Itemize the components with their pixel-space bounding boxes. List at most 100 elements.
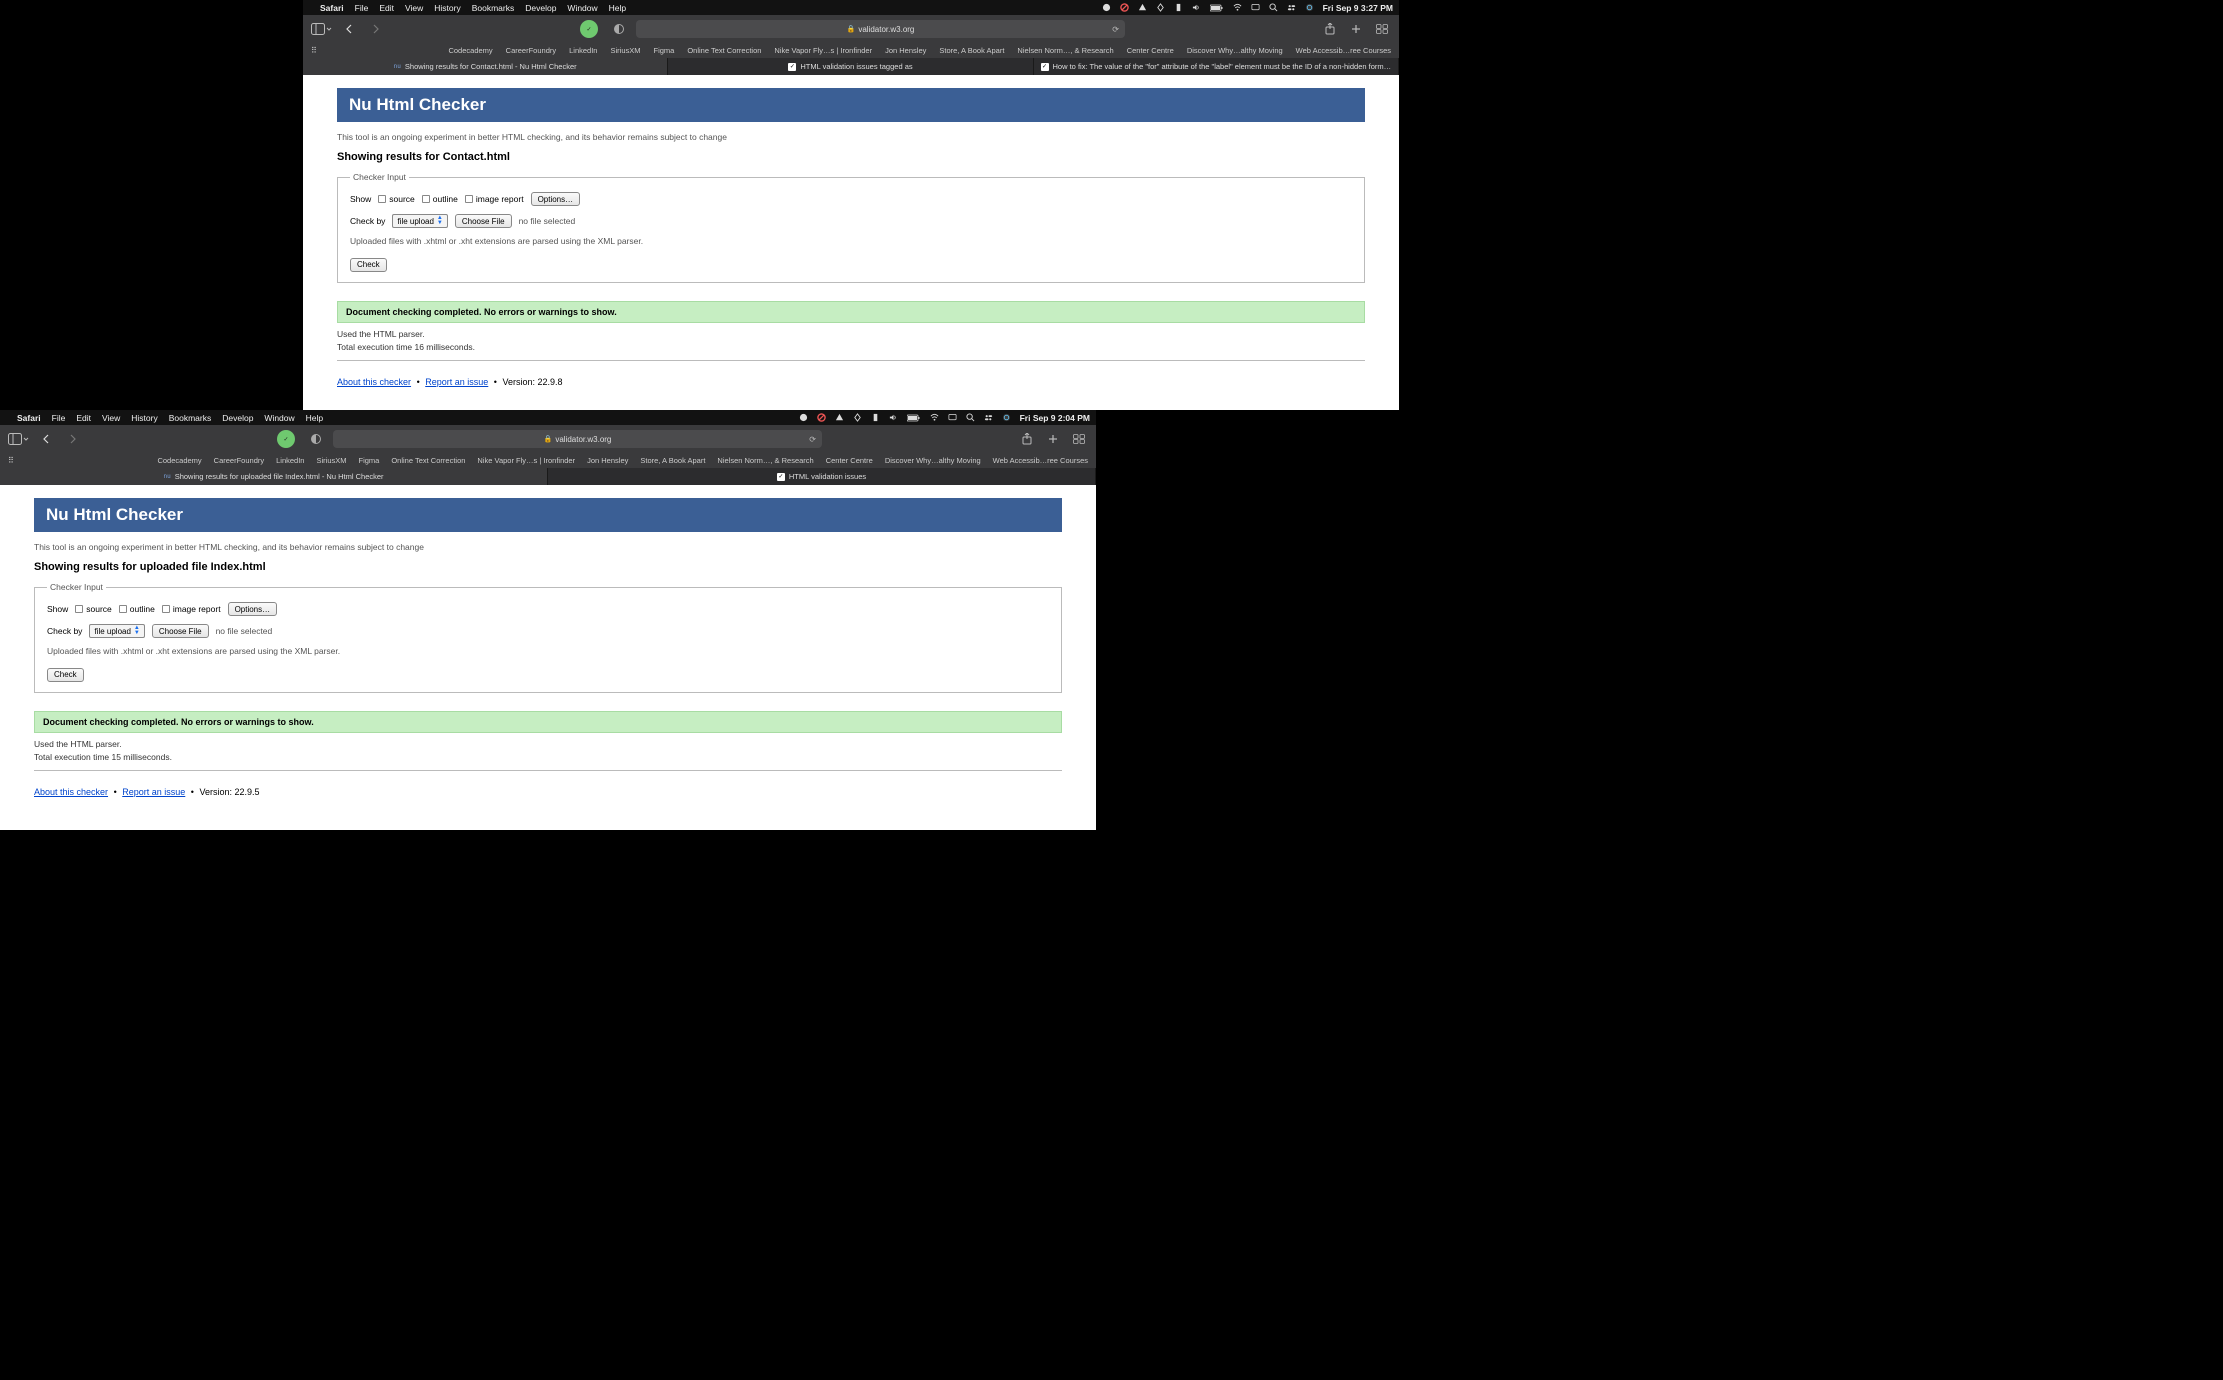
nu-title[interactable]: Nu Html Checker (349, 95, 486, 114)
nu-title[interactable]: Nu Html Checker (46, 505, 183, 524)
show-image-report-checkbox[interactable]: image report (162, 604, 221, 614)
report-issue-link[interactable]: Report an issue (425, 377, 488, 387)
screen-mirroring-icon[interactable] (948, 413, 957, 422)
choose-file-button[interactable]: Choose File (152, 624, 209, 638)
favorite-link[interactable]: Codecademy (157, 456, 201, 465)
report-issue-link[interactable]: Report an issue (122, 787, 185, 797)
menu-file[interactable]: File (52, 413, 66, 423)
favorite-link[interactable]: Discover Why…althy Moving (885, 456, 981, 465)
show-image-report-checkbox[interactable]: image report (465, 194, 524, 204)
volume-icon[interactable] (1192, 3, 1201, 12)
favorite-link[interactable]: SiriusXM (610, 46, 640, 55)
reload-icon[interactable]: ⟳ (809, 435, 816, 444)
favorite-link[interactable]: Store, A Book Apart (939, 46, 1004, 55)
menubar-datetime[interactable]: Fri Sep 9 2:04 PM (1020, 413, 1090, 423)
new-tab-button[interactable] (1347, 20, 1365, 38)
tab-overview-button[interactable] (1373, 20, 1391, 38)
check-by-select[interactable]: file upload ▲▼ (89, 624, 144, 638)
favorite-link[interactable]: Jon Hensley (885, 46, 926, 55)
share-button[interactable] (1321, 20, 1339, 38)
favorite-link[interactable]: LinkedIn (276, 456, 304, 465)
menu-window[interactable]: Window (567, 3, 597, 13)
check-button[interactable]: Check (47, 668, 84, 682)
menu-bookmarks[interactable]: Bookmarks (472, 3, 515, 13)
favorite-link[interactable]: Figma (654, 46, 675, 55)
favorites-grid-icon[interactable]: ⠿ (8, 456, 14, 465)
status-icon-3[interactable] (1138, 3, 1147, 12)
privacy-shield-icon[interactable]: ✓ (277, 430, 295, 448)
reload-icon[interactable]: ⟳ (1112, 25, 1119, 34)
favorite-link[interactable]: Online Text Correction (687, 46, 761, 55)
menu-edit[interactable]: Edit (379, 3, 394, 13)
favorite-link[interactable]: Nielsen Norm…, & Research (1017, 46, 1113, 55)
sidebar-toggle[interactable] (8, 433, 29, 445)
status-icon-2[interactable] (817, 413, 826, 422)
show-source-checkbox[interactable]: source (75, 604, 112, 614)
menu-file[interactable]: File (355, 3, 369, 13)
menubar-datetime[interactable]: Fri Sep 9 3:27 PM (1323, 3, 1393, 13)
menu-history[interactable]: History (131, 413, 157, 423)
app-name[interactable]: Safari (17, 413, 41, 423)
tracking-icon[interactable] (307, 430, 325, 448)
show-source-checkbox[interactable]: source (378, 194, 415, 204)
favorite-link[interactable]: Store, A Book Apart (640, 456, 705, 465)
favorite-link[interactable]: CareerFoundry (506, 46, 556, 55)
favorite-link[interactable]: SiriusXM (316, 456, 346, 465)
menu-view[interactable]: View (102, 413, 120, 423)
favorite-link[interactable]: Nike Vapor Fly…s | Ironfinder (477, 456, 575, 465)
location-icon[interactable] (1156, 3, 1165, 12)
options-button[interactable]: Options… (531, 192, 581, 206)
sidebar-toggle[interactable] (311, 23, 332, 35)
menu-edit[interactable]: Edit (76, 413, 91, 423)
menu-history[interactable]: History (434, 3, 460, 13)
app-name[interactable]: Safari (320, 3, 344, 13)
choose-file-button[interactable]: Choose File (455, 214, 512, 228)
favorite-link[interactable]: LinkedIn (569, 46, 597, 55)
control-center-icon[interactable] (984, 413, 993, 422)
battery-icon[interactable] (1210, 3, 1224, 12)
favorite-link[interactable]: Jon Hensley (587, 456, 628, 465)
siri-icon[interactable] (1002, 413, 1011, 422)
wifi-icon[interactable] (1233, 3, 1242, 12)
location-icon[interactable] (853, 413, 862, 422)
check-button[interactable]: Check (350, 258, 387, 272)
menu-bookmarks[interactable]: Bookmarks (169, 413, 212, 423)
about-checker-link[interactable]: About this checker (34, 787, 108, 797)
show-outline-checkbox[interactable]: outline (422, 194, 458, 204)
new-tab-button[interactable] (1044, 430, 1062, 448)
tracking-icon[interactable] (610, 20, 628, 38)
status-icon-5[interactable] (871, 413, 880, 422)
privacy-shield-icon[interactable]: ✓ (580, 20, 598, 38)
forward-button[interactable] (63, 430, 81, 448)
browser-tab[interactable]: ✓ How to fix: The value of the "for" att… (1034, 58, 1399, 75)
spotlight-icon[interactable] (966, 413, 975, 422)
menu-help[interactable]: Help (306, 413, 323, 423)
menu-develop[interactable]: Develop (525, 3, 556, 13)
share-button[interactable] (1018, 430, 1036, 448)
about-checker-link[interactable]: About this checker (337, 377, 411, 387)
menu-develop[interactable]: Develop (222, 413, 253, 423)
browser-tab[interactable]: nu Showing results for uploaded file Ind… (0, 468, 548, 485)
favorite-link[interactable]: Center Centre (1127, 46, 1174, 55)
favorite-link[interactable]: Nike Vapor Fly…s | Ironfinder (774, 46, 872, 55)
address-bar[interactable]: 🔒 validator.w3.org ⟳ (636, 20, 1125, 38)
favorite-link[interactable]: CareerFoundry (214, 456, 264, 465)
browser-tab[interactable]: ✓ HTML validation issues tagged as (668, 58, 1033, 75)
tab-overview-button[interactable] (1070, 430, 1088, 448)
browser-tab[interactable]: nu Showing results for Contact.html - Nu… (303, 58, 668, 75)
spotlight-icon[interactable] (1269, 3, 1278, 12)
favorite-link[interactable]: Figma (359, 456, 380, 465)
show-outline-checkbox[interactable]: outline (119, 604, 155, 614)
favorite-link[interactable]: Center Centre (826, 456, 873, 465)
status-icon-3[interactable] (835, 413, 844, 422)
favorite-link[interactable]: Online Text Correction (391, 456, 465, 465)
favorite-link[interactable]: Web Accessib…ree Courses (1296, 46, 1391, 55)
address-bar[interactable]: 🔒 validator.w3.org ⟳ (333, 430, 822, 448)
favorite-link[interactable]: Nielsen Norm…, & Research (717, 456, 813, 465)
favorites-grid-icon[interactable]: ⠿ (311, 46, 317, 55)
menu-view[interactable]: View (405, 3, 423, 13)
options-button[interactable]: Options… (228, 602, 278, 616)
menu-window[interactable]: Window (264, 413, 294, 423)
status-icon-2[interactable] (1120, 3, 1129, 12)
battery-icon[interactable] (907, 413, 921, 422)
